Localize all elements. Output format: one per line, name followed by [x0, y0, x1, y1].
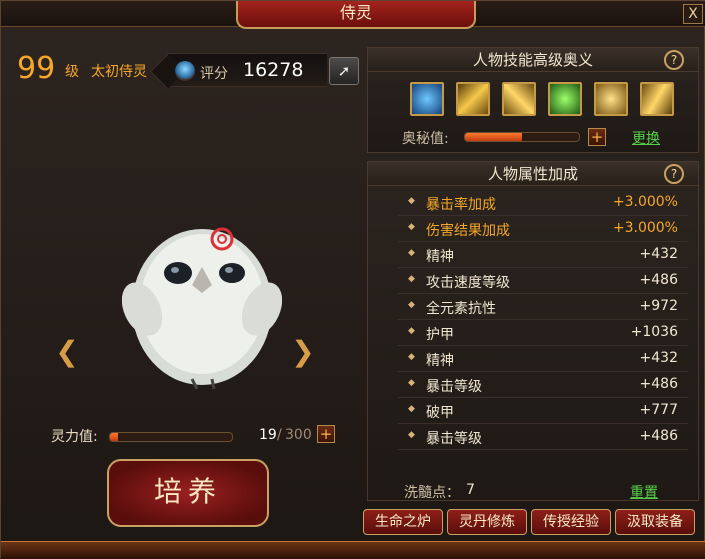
- share-icon: ➚: [337, 62, 351, 80]
- wash-points-label: 洗髓点：: [404, 485, 460, 501]
- pet-level-unit: 级: [65, 64, 79, 80]
- attribute-value: +3.000%: [612, 194, 678, 210]
- diamond-bullet-icon: ◆: [408, 222, 415, 232]
- attribute-row: ◆ 精神 +432: [398, 242, 688, 268]
- score-value: 16278: [243, 59, 304, 81]
- absorb-equipment-button[interactable]: 汲取装备: [615, 509, 695, 535]
- diamond-bullet-icon: ◆: [408, 326, 415, 336]
- attributes-panel-header: 人物属性加成 ?: [368, 162, 698, 186]
- attribute-row: ◆ 暴击等级 +486: [398, 372, 688, 398]
- score-box: 评分 16278: [167, 53, 327, 87]
- diamond-bullet-icon: ◆: [408, 352, 415, 362]
- pet-window: 侍灵 X 99 级 太初侍灵 评分 16278 ➚ ❮ ❯ 灵力值: 19 / …: [0, 0, 705, 559]
- attribute-name: 护甲: [426, 327, 454, 343]
- attribute-value: +432: [639, 246, 678, 262]
- spirit-current: 19: [259, 427, 277, 443]
- attribute-row: ◆ 全元素抗性 +972: [398, 294, 688, 320]
- diamond-bullet-icon: ◆: [408, 300, 415, 310]
- pet-name: 太初侍灵: [91, 64, 147, 80]
- cultivate-button[interactable]: 培养: [107, 459, 269, 527]
- attribute-row: ◆ 破甲 +777: [398, 398, 688, 424]
- pet-display-panel: 99 级 太初侍灵 评分 16278 ➚ ❮ ❯ 灵力值: 19 / 300 +…: [7, 39, 361, 529]
- attribute-name: 暴击等级: [426, 379, 482, 395]
- green-figure-icon[interactable]: [548, 82, 582, 116]
- gold-blades-icon[interactable]: [502, 82, 536, 116]
- diamond-bullet-icon: ◆: [408, 248, 415, 258]
- diamond-bullet-icon: ◆: [408, 378, 415, 388]
- spirit-progress-bar: [109, 432, 233, 442]
- attributes-panel: 人物属性加成 ? ◆ 暴击率加成 +3.000% ◆ 伤害结果加成 +3.000% ◆ 精神 +…: [367, 161, 699, 501]
- elixir-training-button[interactable]: 灵丹修炼: [447, 509, 527, 535]
- gold-strike-icon[interactable]: [640, 82, 674, 116]
- diamond-bullet-icon: ◆: [408, 404, 415, 414]
- gold-slash-icon[interactable]: [456, 82, 490, 116]
- score-label: 评分: [200, 66, 228, 82]
- title-bar: 侍灵 X: [1, 1, 705, 29]
- attribute-name: 全元素抗性: [426, 301, 496, 317]
- attribute-row: ◆ 精神 +432: [398, 346, 688, 372]
- skills-panel-title: 人物技能高级奥义: [472, 51, 593, 69]
- attribute-row: ◆ 攻击速度等级 +486: [398, 268, 688, 294]
- share-button[interactable]: ➚: [329, 57, 359, 85]
- life-furnace-button[interactable]: 生命之炉: [363, 509, 443, 535]
- attribute-name: 精神: [426, 249, 454, 265]
- spirit-max: 300: [285, 427, 312, 443]
- attribute-value: +486: [639, 272, 678, 288]
- spirit-separator: /: [277, 427, 282, 443]
- attribute-name: 暴击率加成: [426, 197, 496, 213]
- attribute-row: ◆ 伤害结果加成 +3.000%: [398, 216, 688, 242]
- diamond-bullet-icon: ◆: [408, 430, 415, 440]
- attribute-name: 精神: [426, 353, 454, 369]
- blue-running-figure-icon[interactable]: [410, 82, 444, 116]
- window-title: 侍灵: [236, 1, 476, 29]
- gold-burst-icon[interactable]: [594, 82, 628, 116]
- bottom-decoration-strip: [1, 541, 705, 559]
- next-pet-arrow-icon[interactable]: ❯: [283, 337, 323, 367]
- attribute-value: +486: [639, 428, 678, 444]
- arcane-add-button[interactable]: +: [588, 128, 606, 146]
- pet-level: 99: [17, 51, 56, 86]
- close-button[interactable]: X: [683, 4, 703, 24]
- attribute-row: ◆ 暴击率加成 +3.000%: [398, 190, 688, 216]
- attribute-name: 暴击等级: [426, 431, 482, 447]
- attribute-value: +1036: [630, 324, 678, 340]
- diamond-bullet-icon: ◆: [408, 196, 415, 206]
- attributes-help-icon[interactable]: ?: [664, 164, 684, 184]
- spirit-label: 灵力值:: [51, 429, 98, 445]
- attributes-panel-title: 人物属性加成: [487, 165, 578, 183]
- prev-pet-arrow-icon[interactable]: ❮: [47, 337, 87, 367]
- change-link[interactable]: 更换: [632, 128, 660, 148]
- attribute-name: 伤害结果加成: [426, 223, 510, 239]
- pet-creature-image[interactable]: [122, 189, 282, 389]
- arcane-progress-bar: [464, 132, 580, 142]
- attribute-value: +972: [639, 298, 678, 314]
- attribute-row: ◆ 暴击等级 +486: [398, 424, 688, 450]
- skills-panel-header: 人物技能高级奥义 ?: [368, 48, 698, 72]
- attribute-value: +777: [639, 402, 678, 418]
- skills-panel: 人物技能高级奥义 ? 奥秘值: + 更换: [367, 47, 699, 153]
- attribute-name: 攻击速度等级: [426, 275, 510, 291]
- teach-experience-button[interactable]: 传授经验: [531, 509, 611, 535]
- diamond-bullet-icon: ◆: [408, 274, 415, 284]
- score-emblem-icon: [175, 61, 195, 81]
- attribute-value: +432: [639, 350, 678, 366]
- attribute-value: +486: [639, 376, 678, 392]
- arcane-progress-fill: [465, 133, 522, 141]
- attribute-row: ◆ 护甲 +1036: [398, 320, 688, 346]
- arcane-label: 奥秘值:: [402, 131, 449, 147]
- skills-help-icon[interactable]: ?: [664, 50, 684, 70]
- attribute-value: +3.000%: [612, 220, 678, 236]
- attribute-name: 破甲: [426, 405, 454, 421]
- reset-link[interactable]: 重置: [630, 482, 658, 502]
- spirit-progress-fill: [110, 433, 118, 441]
- wash-points-value: 7: [466, 482, 475, 498]
- spirit-add-button[interactable]: +: [317, 425, 335, 443]
